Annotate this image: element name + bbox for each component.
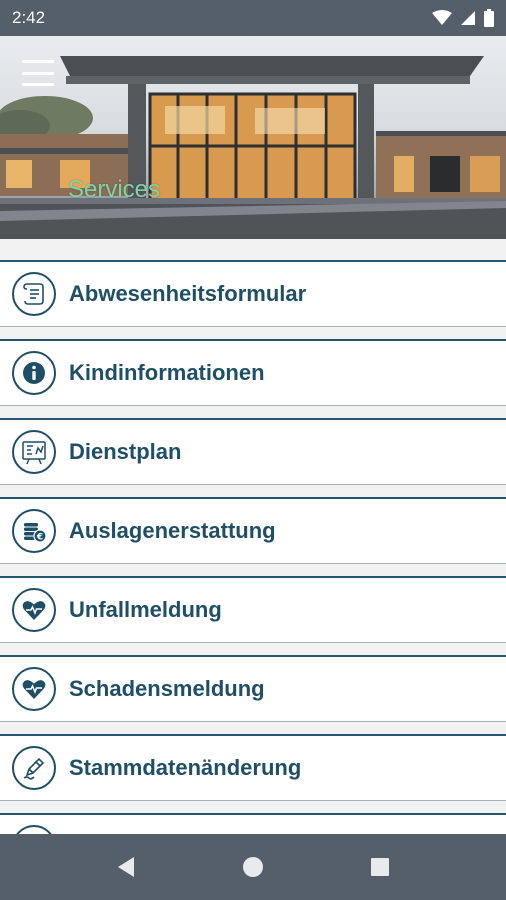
service-list: Abwesenheitsformular Kindinformationen D — [0, 260, 506, 834]
status-icons — [432, 9, 494, 27]
page-title: Services — [68, 176, 161, 203]
service-label: Abwesenheitsformular — [69, 281, 307, 306]
service-item-schadensmeldung[interactable]: Schadensmeldung — [0, 655, 506, 722]
service-item-auslagenerstattung[interactable]: € Auslagenerstattung — [0, 497, 506, 564]
service-item-unfallmeldung[interactable]: Unfallmeldung — [0, 576, 506, 643]
back-triangle-icon — [118, 857, 134, 877]
svg-text:€: € — [36, 533, 43, 543]
service-item-abwesenheitsformular[interactable]: Abwesenheitsformular — [0, 260, 506, 327]
battery-icon — [484, 9, 494, 27]
service-item-partial[interactable] — [0, 813, 506, 834]
recents-button[interactable] — [350, 834, 410, 900]
service-label: Schadensmeldung — [69, 676, 265, 701]
hamburger-menu-icon[interactable] — [22, 60, 54, 86]
schedule-board-icon — [12, 430, 56, 474]
heart-pulse-icon — [12, 667, 56, 711]
heart-pulse-icon — [12, 588, 56, 632]
status-bar: 2:42 — [0, 0, 506, 36]
coins-euro-icon: € — [12, 509, 56, 553]
service-label: Unfallmeldung — [69, 597, 222, 622]
navigation-bar — [0, 834, 506, 900]
cell-signal-icon — [461, 11, 475, 25]
form-scroll-icon — [12, 272, 56, 316]
service-item-stammdatenaenderung[interactable]: Stammdatenänderung — [0, 734, 506, 801]
recents-square-icon — [371, 858, 389, 876]
pen-edit-icon — [12, 746, 56, 790]
status-time: 2:42 — [12, 8, 46, 27]
home-button[interactable] — [223, 834, 283, 900]
home-circle-icon — [243, 857, 263, 877]
service-item-dienstplan[interactable]: Dienstplan — [0, 418, 506, 485]
info-icon — [12, 351, 56, 395]
partial-list-icon — [12, 825, 56, 834]
service-label: Auslagenerstattung — [69, 518, 276, 543]
service-item-kindinformationen[interactable]: Kindinformationen — [0, 339, 506, 406]
back-button[interactable] — [96, 834, 156, 900]
building-photo — [0, 56, 506, 239]
service-label: Dienstplan — [69, 439, 182, 464]
service-label: Stammdatenänderung — [69, 755, 302, 780]
header-banner: Services — [0, 36, 506, 239]
service-label: Kindinformationen — [69, 360, 265, 385]
wifi-icon — [432, 10, 452, 25]
